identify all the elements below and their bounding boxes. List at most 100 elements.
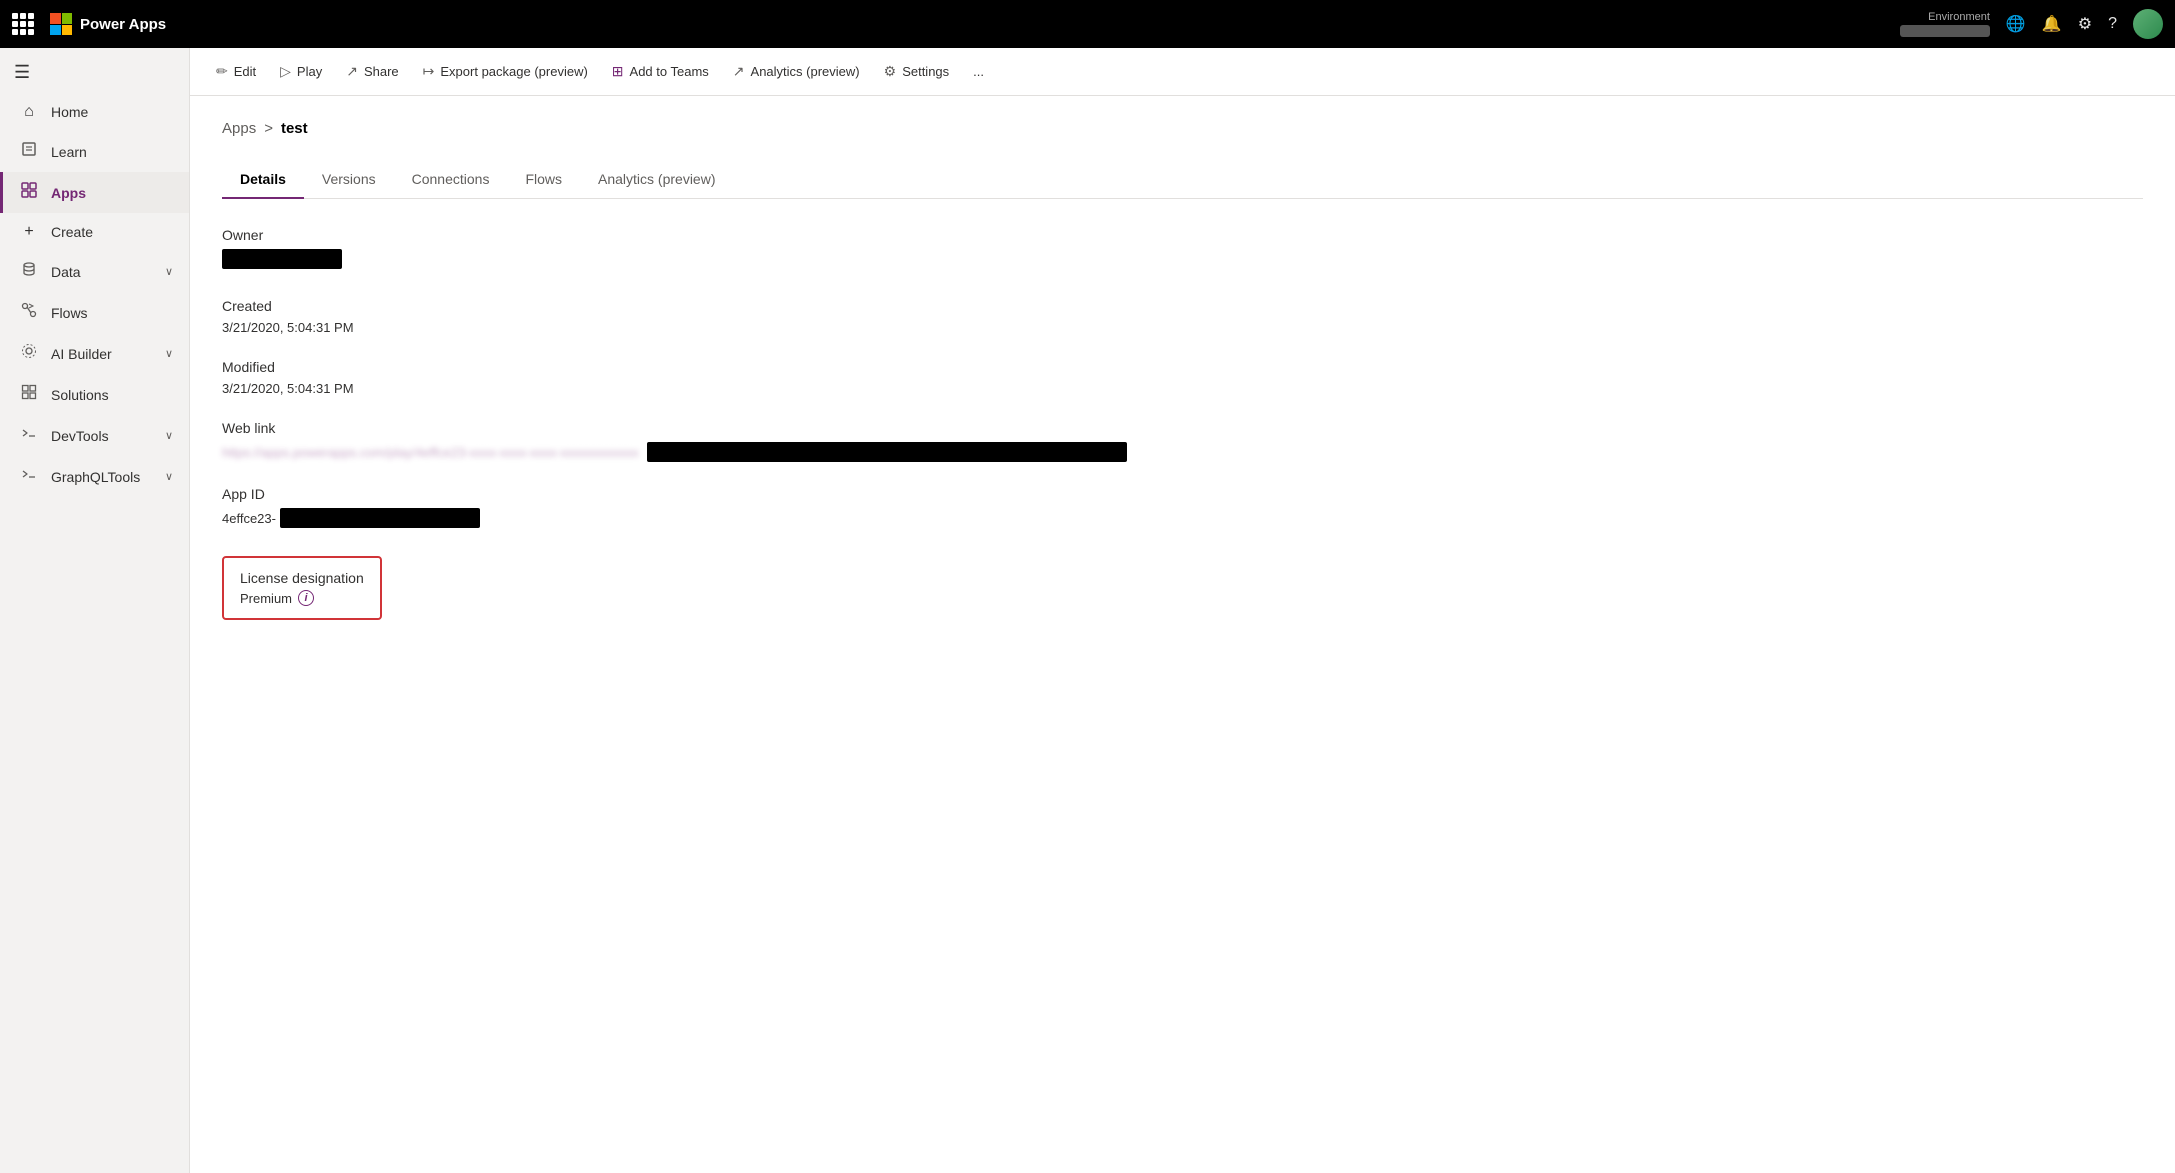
- breadcrumb-separator: >: [264, 120, 273, 137]
- sidebar-item-learn[interactable]: Learn: [0, 131, 189, 172]
- tab-flows[interactable]: Flows: [507, 161, 580, 199]
- sidebar-item-label-ai-builder: AI Builder: [51, 346, 112, 362]
- hamburger-menu[interactable]: ☰: [0, 52, 189, 93]
- sidebar-item-label-home: Home: [51, 104, 88, 120]
- globe-icon[interactable]: 🌐: [2006, 14, 2026, 34]
- sidebar-item-solutions[interactable]: Solutions: [0, 374, 189, 415]
- weblink-redacted: [647, 442, 1127, 462]
- appid-label: App ID: [222, 486, 2143, 502]
- sidebar-item-label-devtools: DevTools: [51, 428, 109, 444]
- breadcrumb: Apps > test: [222, 120, 2143, 137]
- modified-field: Modified 3/21/2020, 5:04:31 PM: [222, 359, 2143, 396]
- sidebar-item-devtools[interactable]: DevTools ∨: [0, 415, 189, 456]
- apps-icon: [19, 182, 39, 203]
- solutions-icon: [19, 384, 39, 405]
- page-content: Apps > test Details Versions Connections…: [190, 96, 2175, 1173]
- sidebar-item-label-graphqltools: GraphQLTools: [51, 469, 140, 485]
- content-area: ✏ Edit ▷ Play ↗ Share ↦ Export package (…: [190, 48, 2175, 1173]
- breadcrumb-current: test: [281, 120, 308, 137]
- created-value: 3/21/2020, 5:04:31 PM: [222, 320, 2143, 335]
- sidebar-item-data[interactable]: Data ∨: [0, 251, 189, 292]
- main-layout: ☰ ⌂ Home Learn Apps + Create Data: [0, 48, 2175, 1173]
- devtools-chevron-icon: ∨: [165, 429, 173, 442]
- license-info-icon[interactable]: i: [298, 590, 314, 606]
- modified-label: Modified: [222, 359, 2143, 375]
- sidebar-item-label-learn: Learn: [51, 144, 87, 160]
- sidebar-item-create[interactable]: + Create: [0, 213, 189, 251]
- analytics-icon: ↗: [733, 63, 745, 80]
- avatar[interactable]: [2133, 9, 2163, 39]
- sidebar-item-graphqltools[interactable]: GraphQLTools ∨: [0, 456, 189, 497]
- share-icon: ↗: [346, 63, 358, 80]
- export-icon: ↦: [423, 63, 435, 80]
- sidebar-item-label-solutions: Solutions: [51, 387, 109, 403]
- tab-versions[interactable]: Versions: [304, 161, 394, 199]
- export-button[interactable]: ↦ Export package (preview): [413, 57, 598, 86]
- add-to-teams-button[interactable]: ⊞ Add to Teams: [602, 57, 719, 86]
- license-value-text: Premium: [240, 591, 292, 606]
- share-button[interactable]: ↗ Share: [336, 57, 408, 86]
- edit-button[interactable]: ✏ Edit: [206, 57, 266, 86]
- sidebar-item-flows[interactable]: Flows: [0, 292, 189, 333]
- brand-name: Power Apps: [80, 16, 166, 33]
- sidebar-item-label-flows: Flows: [51, 305, 88, 321]
- breadcrumb-apps[interactable]: Apps: [222, 120, 256, 137]
- settings-button[interactable]: ⚙ Settings: [874, 57, 960, 86]
- play-button[interactable]: ▷ Play: [270, 57, 332, 86]
- settings-icon[interactable]: ⚙: [2078, 14, 2092, 34]
- license-value-container: Premium i: [240, 590, 364, 606]
- microsoft-logo: [50, 13, 72, 35]
- weblink-field: Web link https://apps.powerapps.com/play…: [222, 420, 2143, 462]
- appid-container: 4effce23-: [222, 508, 2143, 528]
- sidebar-item-apps[interactable]: Apps: [0, 172, 189, 213]
- environment-section[interactable]: Environment: [1900, 11, 1990, 37]
- modified-value: 3/21/2020, 5:04:31 PM: [222, 381, 2143, 396]
- license-designation-box: License designation Premium i: [222, 556, 382, 620]
- data-chevron-icon: ∨: [165, 265, 173, 278]
- graphqltools-icon: [19, 466, 39, 487]
- brand-logo[interactable]: Power Apps: [50, 13, 166, 35]
- edit-icon: ✏: [216, 63, 228, 80]
- toolbar: ✏ Edit ▷ Play ↗ Share ↦ Export package (…: [190, 48, 2175, 96]
- analytics-button[interactable]: ↗ Analytics (preview): [723, 57, 870, 86]
- help-icon[interactable]: ?: [2108, 15, 2117, 33]
- graphqltools-chevron-icon: ∨: [165, 470, 173, 483]
- top-nav-right: Environment 🌐 🔔 ⚙ ?: [1900, 9, 2163, 39]
- weblink-value-blurred[interactable]: https://apps.powerapps.com/play/4effce23…: [222, 445, 639, 460]
- ai-builder-chevron-icon: ∨: [165, 347, 173, 360]
- appid-prefix: 4effce23-: [222, 511, 276, 526]
- notification-icon[interactable]: 🔔: [2042, 14, 2062, 34]
- appid-field: App ID 4effce23-: [222, 486, 2143, 528]
- teams-icon: ⊞: [612, 63, 624, 80]
- sidebar-item-label-data: Data: [51, 264, 81, 280]
- sidebar-item-ai-builder[interactable]: AI Builder ∨: [0, 333, 189, 374]
- ai-builder-icon: [19, 343, 39, 364]
- sidebar-item-label-create: Create: [51, 224, 93, 240]
- sidebar-item-home[interactable]: ⌂ Home: [0, 93, 189, 131]
- tab-analytics[interactable]: Analytics (preview): [580, 161, 733, 199]
- flows-icon: [19, 302, 39, 323]
- tabs-container: Details Versions Connections Flows Analy…: [222, 161, 2143, 199]
- weblink-label: Web link: [222, 420, 2143, 436]
- environment-label: Environment: [1928, 11, 1990, 23]
- tab-connections[interactable]: Connections: [394, 161, 508, 199]
- environment-value: [1900, 25, 1990, 37]
- top-navigation: Power Apps Environment 🌐 🔔 ⚙ ?: [0, 0, 2175, 48]
- owner-field: Owner: [222, 227, 2143, 274]
- created-label: Created: [222, 298, 2143, 314]
- sidebar-item-label-apps: Apps: [51, 185, 86, 201]
- owner-label: Owner: [222, 227, 2143, 243]
- learn-icon: [19, 141, 39, 162]
- tab-details[interactable]: Details: [222, 161, 304, 199]
- play-icon: ▷: [280, 63, 291, 80]
- devtools-icon: [19, 425, 39, 446]
- more-button[interactable]: ...: [963, 58, 994, 85]
- license-label: License designation: [240, 570, 364, 586]
- owner-value-redacted: [222, 249, 342, 269]
- data-icon: [19, 261, 39, 282]
- create-icon: +: [19, 223, 39, 241]
- sidebar: ☰ ⌂ Home Learn Apps + Create Data: [0, 48, 190, 1173]
- weblink-container: https://apps.powerapps.com/play/4effce23…: [222, 442, 2143, 462]
- waffle-menu[interactable]: [12, 13, 34, 35]
- appid-redacted: [280, 508, 480, 528]
